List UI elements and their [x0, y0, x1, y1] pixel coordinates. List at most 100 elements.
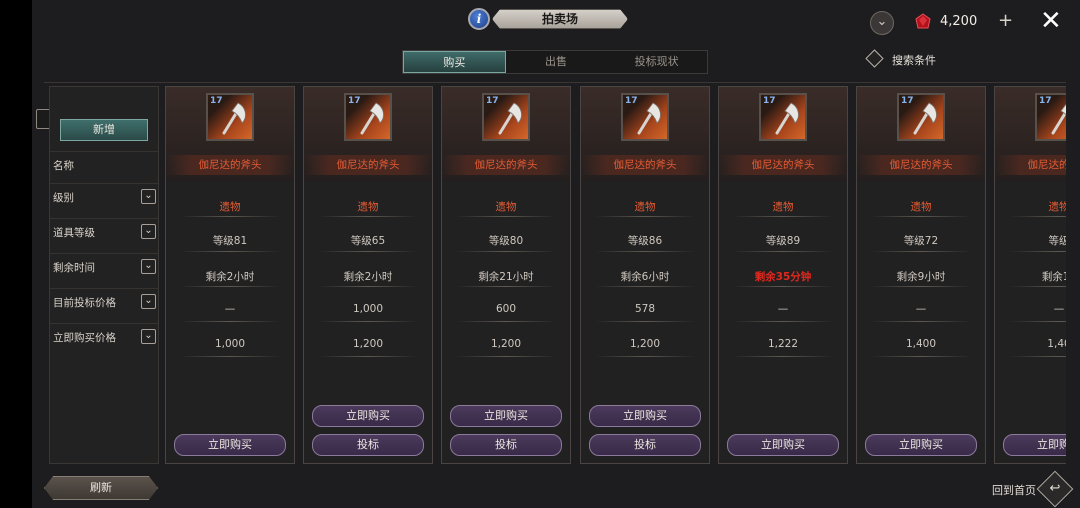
chevron-down-icon: ⌄ — [876, 14, 888, 29]
item-grade: 等级80 — [488, 235, 524, 247]
listing-card[interactable]: 17 伽尼达的斧头 遗物 等级80 剩余21小时 600 1,200 立即购买 投标 — [441, 86, 571, 464]
item-name: 伽尼达的斧头 — [719, 155, 847, 175]
row-divider — [318, 286, 418, 287]
listing-card[interactable]: 17 伽尼达的斧头 遗物 等级65 剩余2小时 1,000 1,200 立即购买 投标 — [303, 86, 433, 464]
row-divider — [595, 286, 695, 287]
item-type: 遗物 — [219, 201, 241, 213]
tab-sell[interactable]: 出售 — [506, 51, 607, 73]
item-grade: 等级81 — [212, 235, 248, 247]
close-button[interactable]: ✕ — [1040, 6, 1062, 36]
filter-row-buyout-price[interactable]: 立即购买价格 ⌄ — [50, 323, 158, 349]
row-divider — [871, 286, 971, 287]
left-edge-strip — [0, 0, 32, 508]
buy-now-button[interactable]: 立即购买 — [312, 405, 424, 427]
current-bid: — — [224, 303, 236, 315]
chevron-down-icon[interactable]: ⌄ — [141, 294, 156, 309]
return-home-label[interactable]: 回到首页 — [992, 482, 1036, 498]
info-icon[interactable]: i — [468, 8, 490, 30]
listing-card[interactable]: 17 伽尼达的斧头 遗物 等级81 剩余2小时 — 1,000 立即购买 — [165, 86, 295, 464]
item-icon-frame[interactable]: 17 — [897, 93, 945, 141]
listing-card[interactable]: 17 伽尼达的斧头 遗物 等级72 剩余9小时 — 1,400 立即购买 — [856, 86, 986, 464]
item-grade: 等级65 — [350, 235, 386, 247]
row-divider — [318, 251, 418, 252]
row-divider — [318, 321, 418, 322]
row-divider — [871, 356, 971, 357]
current-bid: 578 — [634, 303, 656, 315]
listing-card[interactable]: 17 伽尼达的斧头 遗物 等级86 剩余6小时 578 1,200 立即购买 投标 — [580, 86, 710, 464]
filter-row-rarity[interactable]: 级别 ⌄ — [50, 183, 158, 209]
scroll-edge — [1066, 80, 1080, 480]
row-divider — [456, 321, 556, 322]
filter-label: 剩余时间 — [53, 262, 95, 274]
buy-now-button[interactable]: 立即购买 — [589, 405, 701, 427]
item-type: 遗物 — [772, 201, 794, 213]
bid-button[interactable]: 投标 — [589, 434, 701, 456]
time-left: 剩余6小时 — [620, 271, 670, 283]
item-type: 遗物 — [495, 201, 517, 213]
title-banner: i 拍卖场 — [466, 6, 634, 34]
refresh-button[interactable]: 刷新 — [44, 476, 158, 500]
new-filter-button[interactable]: 新增 — [60, 119, 148, 141]
filter-row-name[interactable]: 名称 — [50, 151, 158, 177]
chevron-down-icon[interactable]: ⌄ — [141, 259, 156, 274]
item-icon-frame[interactable]: 17 — [621, 93, 669, 141]
currency-amount: 4,200 — [940, 14, 978, 29]
filter-row-time-left[interactable]: 剩余时间 ⌄ — [50, 253, 158, 279]
current-bid: — — [915, 303, 927, 315]
row-divider — [595, 251, 695, 252]
filter-label: 道具等级 — [53, 227, 95, 239]
item-type: 遗物 — [357, 201, 379, 213]
item-icon-frame[interactable]: 17 — [482, 93, 530, 141]
bid-button[interactable]: 投标 — [450, 434, 562, 456]
row-divider — [318, 216, 418, 217]
add-currency-button[interactable]: + — [998, 10, 1013, 31]
buyout-price: 1,222 — [767, 338, 799, 350]
item-name: 伽尼达的斧头 — [857, 155, 985, 175]
row-divider — [733, 356, 833, 357]
chevron-down-icon[interactable]: ⌄ — [141, 189, 156, 204]
page-title: 拍卖场 — [492, 9, 628, 29]
filter-row-current-bid[interactable]: 目前投标价格 ⌄ — [50, 288, 158, 314]
tab-bar: 购买 出售 投标现状 — [402, 50, 708, 74]
buy-now-button[interactable]: 立即购买 — [174, 434, 286, 456]
row-divider — [733, 251, 833, 252]
buy-now-button[interactable]: 立即购买 — [865, 434, 977, 456]
filter-label: 目前投标价格 — [53, 297, 116, 309]
collapse-arrow-button[interactable]: ⌄ — [870, 11, 894, 35]
row-divider — [871, 216, 971, 217]
buyout-price: 1,200 — [352, 338, 384, 350]
tab-buy[interactable]: 购买 — [403, 51, 506, 73]
diamond-icon — [865, 49, 884, 68]
filter-row-item-level[interactable]: 道具等级 ⌄ — [50, 218, 158, 244]
row-divider — [456, 356, 556, 357]
tab-bid-status[interactable]: 投标现状 — [606, 51, 707, 73]
axe-icon — [498, 102, 522, 135]
listing-card[interactable]: 17 伽尼达的斧头 遗物 等级89 剩余35分钟 — 1,222 立即购买 — [718, 86, 848, 464]
item-grade: 等级86 — [627, 235, 663, 247]
card-header: 17 伽尼达的斧头 — [857, 87, 985, 181]
filter-label: 名称 — [53, 160, 74, 172]
item-icon-frame[interactable]: 17 — [206, 93, 254, 141]
chevron-down-icon[interactable]: ⌄ — [141, 224, 156, 239]
item-icon-frame[interactable]: 17 — [759, 93, 807, 141]
row-divider — [733, 286, 833, 287]
buyout-price: 1,000 — [214, 338, 246, 350]
item-type: 遗物 — [910, 201, 932, 213]
current-bid: 1,000 — [352, 303, 384, 315]
row-divider — [733, 216, 833, 217]
buy-now-button[interactable]: 立即购买 — [450, 405, 562, 427]
filter-panel: 新增 名称 级别 ⌄ 道具等级 ⌄ 剩余时间 ⌄ 目前投标价格 ⌄ 立即购买价格… — [49, 86, 159, 464]
row-divider — [456, 286, 556, 287]
search-conditions-button[interactable]: 搜索条件 — [865, 48, 940, 70]
axe-icon — [913, 102, 937, 135]
chevron-down-icon[interactable]: ⌄ — [141, 329, 156, 344]
filter-label: 立即购买价格 — [53, 332, 116, 344]
search-conditions-label: 搜索条件 — [892, 54, 936, 67]
axe-icon — [637, 102, 661, 135]
row-divider — [180, 321, 280, 322]
item-icon-frame[interactable]: 17 — [344, 93, 392, 141]
row-divider — [318, 356, 418, 357]
row-divider — [871, 251, 971, 252]
bid-button[interactable]: 投标 — [312, 434, 424, 456]
buy-now-button[interactable]: 立即购买 — [727, 434, 839, 456]
